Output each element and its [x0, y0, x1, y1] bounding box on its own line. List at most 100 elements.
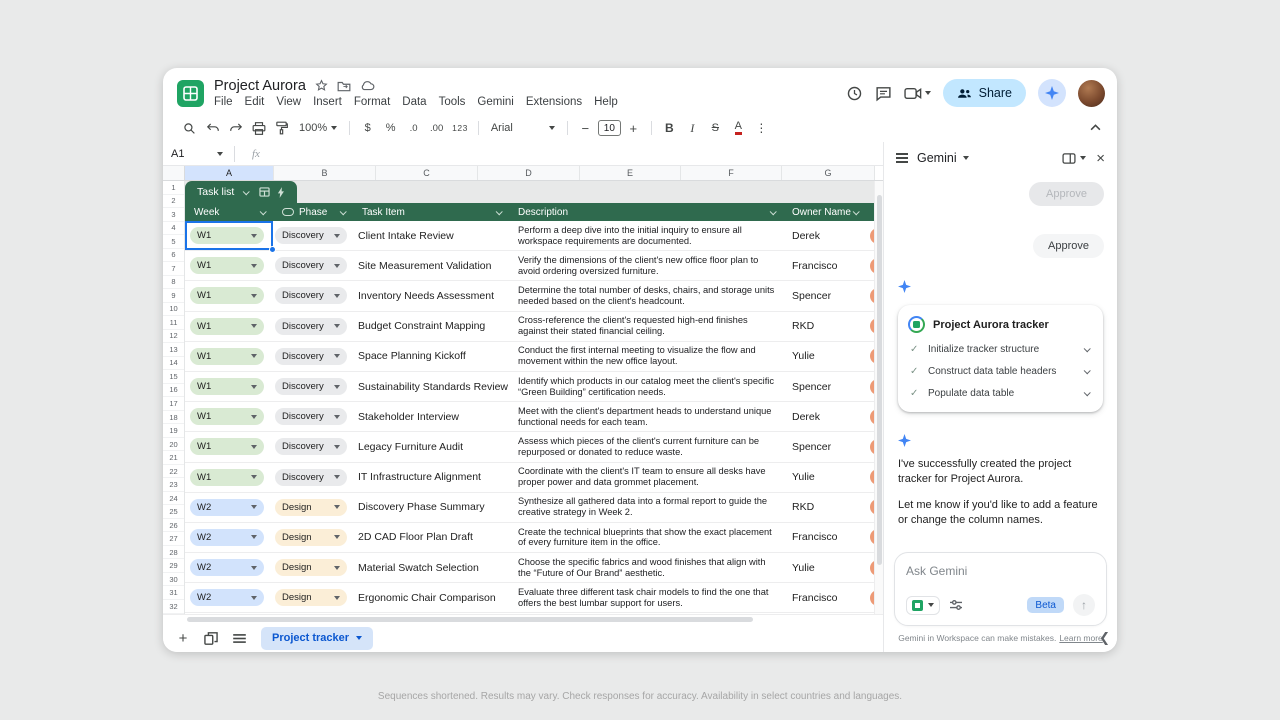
- row-header-6[interactable]: 6: [163, 249, 184, 263]
- description-cell[interactable]: Coordinate with the client's IT team to …: [509, 463, 783, 492]
- row-header-21[interactable]: 21: [163, 451, 184, 465]
- gemini-input[interactable]: Ask Gemini: [906, 564, 1095, 578]
- font-size-input[interactable]: 10: [598, 120, 621, 136]
- phase-pill[interactable]: Discovery: [275, 378, 347, 395]
- menu-file[interactable]: File: [209, 95, 238, 109]
- week-cell[interactable]: W2: [185, 523, 273, 552]
- phase-pill[interactable]: Discovery: [275, 287, 347, 304]
- row-header-24[interactable]: 24: [163, 492, 184, 506]
- sheets-source-chip[interactable]: [906, 596, 940, 615]
- week-cell[interactable]: W2: [185, 553, 273, 582]
- row-header-8[interactable]: 8: [163, 276, 184, 290]
- row-header-13[interactable]: 13: [163, 343, 184, 357]
- owner-cell[interactable]: Yulie: [783, 342, 883, 371]
- phase-pill[interactable]: Discovery: [275, 318, 347, 335]
- row-header-22[interactable]: 22: [163, 465, 184, 479]
- column-header-A[interactable]: A: [185, 166, 274, 180]
- row-header-14[interactable]: 14: [163, 357, 184, 371]
- task-cell[interactable]: Space Planning Kickoff: [353, 342, 509, 371]
- week-pill[interactable]: W1: [190, 227, 264, 244]
- phase-cell[interactable]: Design: [273, 553, 353, 582]
- row-header-29[interactable]: 29: [163, 559, 184, 573]
- tune-icon[interactable]: [949, 599, 963, 611]
- task-cell[interactable]: Discovery Phase Summary: [353, 493, 509, 522]
- filter-chevron-icon[interactable]: [496, 208, 503, 215]
- column-header-F[interactable]: F: [681, 166, 782, 180]
- select-all-corner[interactable]: [163, 166, 185, 180]
- phase-cell[interactable]: Discovery: [273, 251, 353, 280]
- owner-cell[interactable]: RKD: [783, 493, 883, 522]
- row-header-15[interactable]: 15: [163, 370, 184, 384]
- tracker-card[interactable]: Project Aurora tracker ✓Initialize track…: [898, 305, 1103, 412]
- row-header-30[interactable]: 30: [163, 573, 184, 587]
- description-cell[interactable]: Evaluate three different task chair mode…: [509, 583, 783, 612]
- phase-pill[interactable]: Design: [275, 529, 347, 546]
- text-color-icon[interactable]: A: [728, 118, 749, 139]
- row-header-20[interactable]: 20: [163, 438, 184, 452]
- phase-cell[interactable]: Design: [273, 523, 353, 552]
- week-pill[interactable]: W1: [190, 348, 264, 365]
- row-header-25[interactable]: 25: [163, 505, 184, 519]
- owner-cell[interactable]: Yulie: [783, 463, 883, 492]
- decrease-font-icon[interactable]: −: [575, 118, 596, 139]
- description-cell[interactable]: Choose the specific fabrics and wood fin…: [509, 553, 783, 582]
- sheet-tab-menu-icon[interactable]: [356, 636, 362, 640]
- increase-decimal-icon[interactable]: .00: [426, 118, 447, 139]
- phase-cell[interactable]: Discovery: [273, 281, 353, 310]
- phase-pill[interactable]: Design: [275, 499, 347, 516]
- all-sheets-icon[interactable]: [199, 626, 223, 650]
- row-header-2[interactable]: 2: [163, 195, 184, 209]
- currency-format-icon[interactable]: $: [357, 118, 378, 139]
- menu-edit[interactable]: Edit: [240, 95, 270, 109]
- menu-view[interactable]: View: [271, 95, 306, 109]
- version-history-icon[interactable]: [846, 85, 863, 102]
- row-header-9[interactable]: 9: [163, 289, 184, 303]
- week-cell[interactable]: W1: [185, 221, 273, 250]
- menu-extensions[interactable]: Extensions: [521, 95, 587, 109]
- week-pill[interactable]: W1: [190, 408, 264, 425]
- row-header-3[interactable]: 3: [163, 208, 184, 222]
- week-pill[interactable]: W2: [190, 559, 264, 576]
- description-cell[interactable]: Synthesize all gathered data into a form…: [509, 493, 783, 522]
- phase-pill[interactable]: Design: [275, 589, 347, 606]
- panel-title[interactable]: Gemini: [917, 151, 969, 165]
- phase-cell[interactable]: Discovery: [273, 221, 353, 250]
- column-header-D[interactable]: D: [478, 166, 580, 180]
- owner-cell[interactable]: Francisco: [783, 523, 883, 552]
- owner-cell[interactable]: Derek: [783, 221, 883, 250]
- step-chevron-icon[interactable]: [1084, 345, 1091, 352]
- paint-format-icon[interactable]: [271, 118, 292, 139]
- step-chevron-icon[interactable]: [1084, 367, 1091, 374]
- task-cell[interactable]: IT Infrastructure Alignment: [353, 463, 509, 492]
- table-tab[interactable]: Task list: [185, 181, 297, 203]
- cloud-status-icon[interactable]: [360, 80, 375, 91]
- italic-icon[interactable]: I: [682, 118, 703, 139]
- tracker-step[interactable]: ✓Initialize tracker structure: [908, 344, 1093, 355]
- zoom-select[interactable]: 100%: [294, 122, 342, 134]
- menu-help[interactable]: Help: [589, 95, 623, 109]
- redo-icon[interactable]: [225, 118, 246, 139]
- row-header-27[interactable]: 27: [163, 532, 184, 546]
- week-pill[interactable]: W2: [190, 589, 264, 606]
- week-cell[interactable]: W1: [185, 402, 273, 431]
- font-select[interactable]: Arial: [486, 122, 560, 134]
- row-header-4[interactable]: 4: [163, 222, 184, 236]
- panel-menu-icon[interactable]: [896, 153, 908, 163]
- open-as-window-icon[interactable]: [1062, 153, 1086, 164]
- number-format-icon[interactable]: 123: [449, 118, 471, 139]
- table-column-owner-name[interactable]: Owner Name: [783, 203, 875, 221]
- doc-title[interactable]: Project Aurora: [214, 78, 306, 94]
- tracker-step[interactable]: ✓Populate data table: [908, 388, 1093, 399]
- star-icon[interactable]: [315, 79, 328, 92]
- phase-cell[interactable]: Discovery: [273, 463, 353, 492]
- description-cell[interactable]: Determine the total number of desks, cha…: [509, 281, 783, 310]
- description-cell[interactable]: Identify which products in our catalog m…: [509, 372, 783, 401]
- step-chevron-icon[interactable]: [1084, 389, 1091, 396]
- row-header-7[interactable]: 7: [163, 262, 184, 276]
- week-cell[interactable]: W2: [185, 493, 273, 522]
- description-cell[interactable]: Create the technical blueprints that sho…: [509, 523, 783, 552]
- week-pill[interactable]: W1: [190, 287, 264, 304]
- row-header-16[interactable]: 16: [163, 384, 184, 398]
- task-cell[interactable]: Material Swatch Selection: [353, 553, 509, 582]
- move-folder-icon[interactable]: [337, 80, 351, 92]
